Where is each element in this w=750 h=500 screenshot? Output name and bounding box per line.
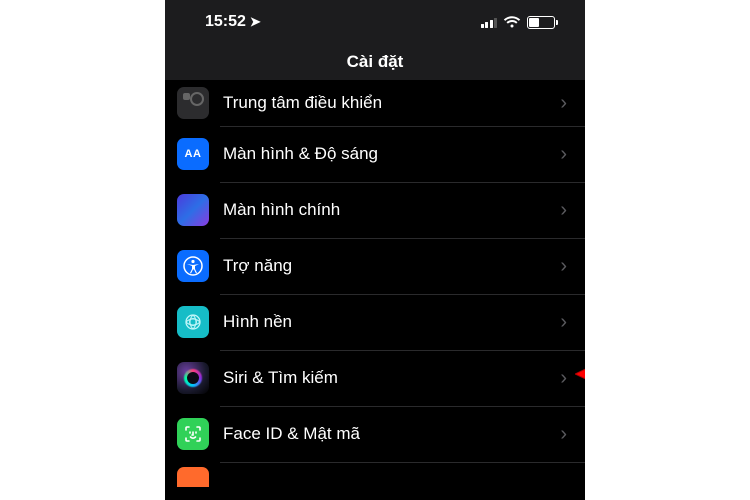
wifi-icon xyxy=(503,15,521,29)
row-siri-search[interactable]: Siri & Tìm kiếm › xyxy=(165,350,585,406)
faceid-icon xyxy=(177,418,209,450)
row-accessibility[interactable]: Trợ năng › xyxy=(165,238,585,294)
status-bar: 15:52 ➤ xyxy=(165,0,585,44)
page-title: Cài đặt xyxy=(165,52,585,72)
row-home-screen[interactable]: Màn hình chính › xyxy=(165,182,585,238)
row-label: Siri & Tìm kiếm xyxy=(223,368,560,388)
display-icon: AA xyxy=(177,138,209,170)
row-label: Trung tâm điều khiển xyxy=(223,93,560,113)
row-label: Màn hình chính xyxy=(223,200,560,220)
chevron-right-icon: › xyxy=(560,311,567,334)
row-label: Hình nền xyxy=(223,312,560,332)
canvas: 15:52 ➤ Cài đặt Trung tâm điều khiển › A… xyxy=(0,0,750,500)
sos-icon xyxy=(177,467,209,487)
home-screen-icon xyxy=(177,194,209,226)
row-faceid-passcode[interactable]: Face ID & Mật mã › xyxy=(165,406,585,462)
chevron-right-icon: › xyxy=(560,92,567,115)
phone-frame: 15:52 ➤ Cài đặt Trung tâm điều khiển › A… xyxy=(165,0,585,500)
row-display-brightness[interactable]: AA Màn hình & Độ sáng › xyxy=(165,126,585,182)
status-time: 15:52 xyxy=(205,13,246,31)
cellular-icon xyxy=(481,16,498,28)
wallpaper-icon xyxy=(177,306,209,338)
row-label: Trợ năng xyxy=(223,256,560,276)
chevron-right-icon: › xyxy=(560,199,567,222)
chevron-right-icon: › xyxy=(560,255,567,278)
control-center-icon xyxy=(177,87,209,119)
chevron-right-icon: › xyxy=(560,367,567,390)
tutorial-arrow-icon xyxy=(575,356,585,392)
siri-icon xyxy=(177,362,209,394)
row-label: Face ID & Mật mã xyxy=(223,424,560,444)
row-control-center[interactable]: Trung tâm điều khiển › xyxy=(165,80,585,126)
battery-icon xyxy=(527,16,555,29)
settings-list[interactable]: Trung tâm điều khiển › AA Màn hình & Độ … xyxy=(165,80,585,500)
chevron-right-icon: › xyxy=(560,143,567,166)
row-label: Màn hình & Độ sáng xyxy=(223,144,560,164)
row-wallpaper[interactable]: Hình nền › xyxy=(165,294,585,350)
location-icon: ➤ xyxy=(250,14,261,30)
chevron-right-icon: › xyxy=(560,423,567,446)
accessibility-icon xyxy=(177,250,209,282)
row-truncated[interactable] xyxy=(165,462,585,492)
